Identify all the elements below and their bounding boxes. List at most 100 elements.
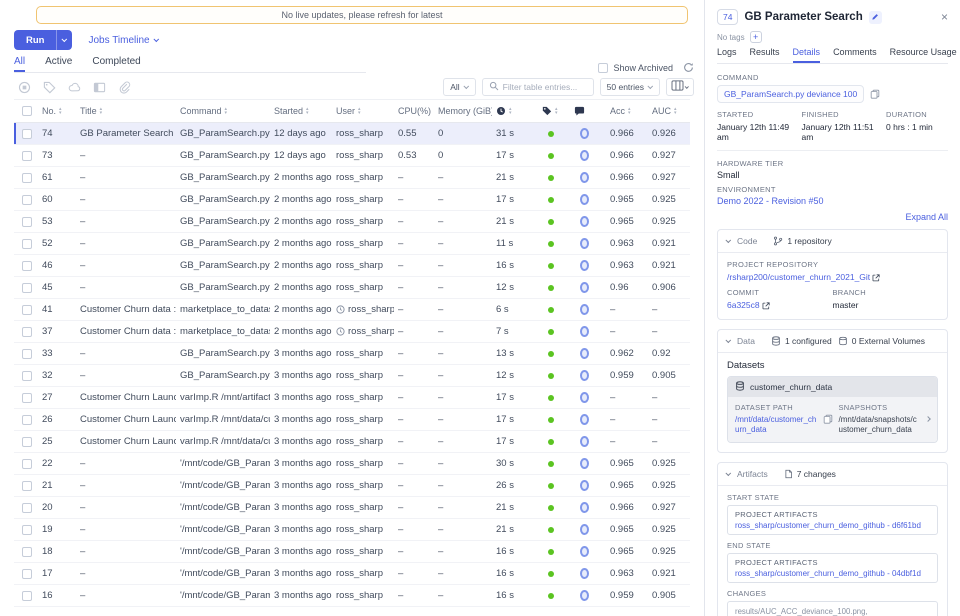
column-header-user[interactable]: User▴▾: [332, 106, 394, 116]
environment-link[interactable]: Demo 2022 - Revision #50: [717, 196, 824, 206]
table-row[interactable]: 17–'/mnt/code/GB_ParamS3 months agoross_…: [14, 563, 690, 585]
copy-icon[interactable]: [823, 414, 833, 424]
table-row[interactable]: 20–'/mnt/code/GB_ParamS3 months agoross_…: [14, 497, 690, 519]
chevron-right-icon[interactable]: [926, 403, 930, 436]
row-checkbox[interactable]: [22, 217, 32, 227]
tab-active[interactable]: Active: [45, 56, 72, 72]
panel-tab-resource-usage[interactable]: Resource Usage: [890, 47, 957, 63]
table-row[interactable]: 61–GB_ParamSearch.py de2 months agoross_…: [14, 167, 690, 189]
comments-indicator-icon[interactable]: [580, 150, 589, 161]
row-checkbox[interactable]: [22, 195, 32, 205]
jobs-timeline-link[interactable]: Jobs Timeline: [88, 35, 158, 46]
table-row[interactable]: 27Customer Churn LaunclvarImp.R /mnt/art…: [14, 387, 690, 409]
comments-indicator-icon[interactable]: [580, 392, 589, 403]
repository-link[interactable]: /rsharp200/customer_churn_2021_Git: [727, 272, 870, 282]
comments-indicator-icon[interactable]: [580, 568, 589, 579]
code-section-header[interactable]: Code 1 repository: [718, 230, 947, 253]
commit-link[interactable]: 6a325c8: [727, 300, 760, 310]
row-checkbox[interactable]: [22, 437, 32, 447]
sort-icon[interactable]: ▴▾: [100, 107, 103, 115]
columns-icon[interactable]: [93, 81, 106, 94]
row-checkbox[interactable]: [22, 283, 32, 293]
table-row[interactable]: 53–GB_ParamSearch.py de2 months agoross_…: [14, 211, 690, 233]
comments-indicator-icon[interactable]: [580, 458, 589, 469]
table-row[interactable]: 46–GB_ParamSearch.py de2 months agoross_…: [14, 255, 690, 277]
row-checkbox[interactable]: [22, 525, 32, 535]
column-header-title[interactable]: Title▴▾: [76, 106, 176, 116]
command-link[interactable]: GB_ParamSearch.py deviance 100: [717, 85, 864, 103]
comments-indicator-icon[interactable]: [580, 436, 589, 447]
panel-tab-comments[interactable]: Comments: [833, 47, 877, 63]
table-row[interactable]: 19–'/mnt/code/GB_ParamS3 months agoross_…: [14, 519, 690, 541]
row-checkbox[interactable]: [22, 151, 32, 161]
row-checkbox[interactable]: [22, 459, 32, 469]
run-dropdown-button[interactable]: [56, 30, 72, 50]
row-checkbox[interactable]: [22, 239, 32, 249]
row-checkbox[interactable]: [22, 349, 32, 359]
row-checkbox[interactable]: [22, 261, 32, 271]
sort-icon[interactable]: ▴▾: [628, 107, 631, 115]
row-checkbox[interactable]: [22, 371, 32, 381]
tab-all[interactable]: All: [14, 56, 25, 72]
panel-tab-logs[interactable]: Logs: [717, 47, 737, 63]
table-row[interactable]: 33–GB_ParamSearch.py de3 months agoross_…: [14, 343, 690, 365]
comments-indicator-icon[interactable]: [580, 172, 589, 183]
close-icon[interactable]: ×: [941, 10, 948, 24]
column-header-acc[interactable]: Acc▴▾: [606, 106, 648, 116]
entries-select[interactable]: 50 entries: [600, 78, 660, 96]
comments-indicator-icon[interactable]: [580, 414, 589, 425]
comments-indicator-icon[interactable]: [580, 370, 589, 381]
column-picker-button[interactable]: [666, 78, 694, 96]
comments-indicator-icon[interactable]: [580, 282, 589, 293]
row-checkbox[interactable]: [22, 129, 32, 139]
start-state-link[interactable]: ross_sharp/customer_churn_demo_github - …: [735, 521, 921, 530]
table-row[interactable]: 45–GB_ParamSearch.py de2 months agoross_…: [14, 277, 690, 299]
comments-indicator-icon[interactable]: [580, 260, 589, 271]
tag-outline-icon[interactable]: [43, 81, 56, 94]
run-button[interactable]: Run: [14, 30, 72, 50]
panel-tab-results[interactable]: Results: [750, 47, 780, 63]
column-header-no[interactable]: No.▴▾: [38, 106, 76, 116]
filter-input[interactable]: [503, 82, 587, 92]
sort-icon[interactable]: ▴▾: [555, 107, 558, 115]
table-row[interactable]: 22–'/mnt/code/GB_ParamS3 months agoross_…: [14, 453, 690, 475]
refresh-icon[interactable]: [683, 62, 694, 73]
sort-icon[interactable]: ▴▾: [59, 107, 62, 115]
table-row[interactable]: 41Customer Churn data : Imarketplace_to_…: [14, 299, 690, 321]
artifacts-section-header[interactable]: Artifacts 7 changes: [718, 463, 947, 486]
comments-indicator-icon[interactable]: [580, 502, 589, 513]
row-checkbox[interactable]: [22, 393, 32, 403]
column-header-command[interactable]: Command▴▾: [176, 106, 270, 116]
expand-all-link[interactable]: Expand All: [717, 212, 948, 222]
cloud-download-icon[interactable]: [68, 81, 81, 94]
comments-indicator-icon[interactable]: [580, 546, 589, 557]
attachment-icon[interactable]: [118, 81, 131, 94]
row-checkbox[interactable]: [22, 481, 32, 491]
data-section-header[interactable]: Data 1 configured 0 External Volumes: [718, 330, 947, 353]
select-all-checkbox[interactable]: [22, 106, 32, 116]
sort-icon[interactable]: ▴▾: [358, 107, 361, 115]
show-archived-checkbox[interactable]: [598, 63, 608, 73]
row-checkbox[interactable]: [22, 415, 32, 425]
column-header-started[interactable]: Started▴▾: [270, 106, 332, 116]
sort-icon[interactable]: ▴▾: [509, 107, 512, 115]
comments-indicator-icon[interactable]: [580, 480, 589, 491]
row-checkbox[interactable]: [22, 327, 32, 337]
table-row[interactable]: 37Customer Churn data : Imarketplace_to_…: [14, 321, 690, 343]
comments-indicator-icon[interactable]: [580, 348, 589, 359]
scope-select[interactable]: All: [443, 78, 475, 96]
row-checkbox[interactable]: [22, 305, 32, 315]
copy-icon[interactable]: [870, 89, 880, 99]
table-row[interactable]: 16–'/mnt/code/GB_ParamS3 months agoross_…: [14, 585, 690, 607]
end-state-link[interactable]: ross_sharp/customer_churn_demo_github - …: [735, 569, 921, 578]
table-row[interactable]: 25Customer Churn LaunclvarImp.R /mnt/dat…: [14, 431, 690, 453]
table-row[interactable]: 52–GB_ParamSearch.py de2 months agoross_…: [14, 233, 690, 255]
comments-indicator-icon[interactable]: [580, 194, 589, 205]
row-checkbox[interactable]: [22, 591, 32, 601]
edit-title-icon[interactable]: [869, 11, 882, 24]
comments-indicator-icon[interactable]: [580, 128, 589, 139]
comments-indicator-icon[interactable]: [580, 304, 589, 315]
row-checkbox[interactable]: [22, 569, 32, 579]
dataset-card[interactable]: customer_churn_data DATASET PATH /mnt/da…: [727, 376, 938, 443]
panel-tab-details[interactable]: Details: [793, 47, 821, 63]
